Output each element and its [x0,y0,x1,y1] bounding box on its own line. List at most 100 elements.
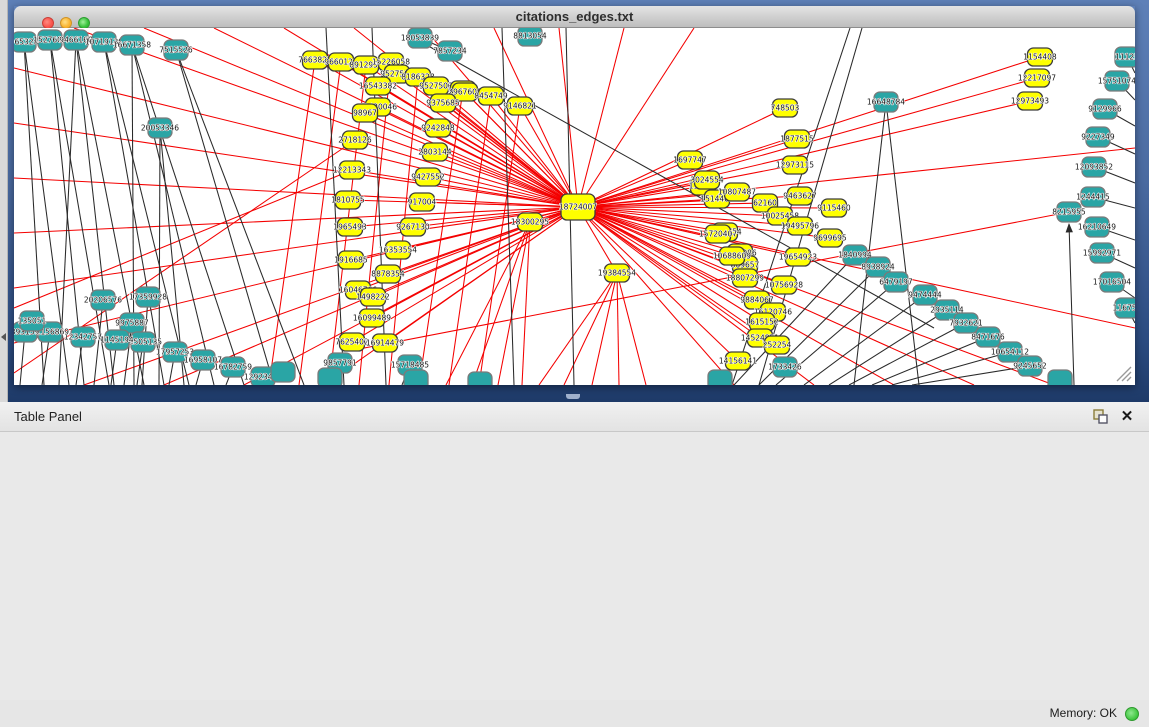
graph-edge[interactable] [829,310,947,385]
graph-node-label: 18300295 [511,218,549,227]
graph-edge[interactable] [886,102,919,385]
graph-node-label: 3024554 [690,176,724,185]
graph-edge[interactable] [176,50,304,385]
graph-node-label: 1244415 [1076,193,1110,202]
graph-node-label: 12093852 [1075,163,1113,172]
graph-node-label: 1965493 [333,223,367,232]
graph-node[interactable] [318,368,342,385]
graph-node-label: 16914479 [366,339,404,348]
float-window-icon[interactable] [1091,408,1111,426]
graph-node-label: 8471676 [971,333,1005,342]
graph-node-label: 9375685 [426,99,460,108]
graph-node-label: 1498222 [356,293,390,302]
network-window[interactable]: citations_edges.txt 10653267152760294661… [14,6,1135,385]
graph-node-label: 20053346 [141,124,179,133]
application-window: citations_edges.txt 10653267152760294661… [0,0,1149,727]
memory-status-label: Memory: OK [1050,700,1117,727]
graph-node-label: 1615152 [745,318,779,327]
graph-node-label: 1840994 [838,251,872,260]
graph-node-label: 252254 [763,341,792,350]
network-window-titlebar[interactable]: citations_edges.txt [14,6,1135,28]
graph-node-label: 16648784 [867,98,905,107]
graph-node-label: 10807487 [718,188,756,197]
graph-node-label: 12217097 [1018,74,1056,83]
graph-node-label: 9975887 [115,319,149,328]
graph-node-label: 748503 [771,104,800,113]
graph-node-label: 9245652 [1013,362,1047,371]
collapse-arrow-icon[interactable] [1,333,6,341]
graph-node-label: 917004 [408,198,437,207]
close-icon[interactable]: ✕ [1117,408,1137,426]
graph-node[interactable] [708,370,732,385]
graph-node[interactable] [468,372,492,385]
graph-edge[interactable] [578,57,1040,207]
graph-node[interactable] [1048,370,1072,385]
graph-node-label: 8813054 [513,32,547,41]
table-panel: Table Panel ✕ [0,402,1149,727]
graph-edge[interactable] [912,366,1030,385]
graph-edge[interactable] [578,28,624,207]
graph-node-label: 1697747 [673,156,707,165]
splitter-handle[interactable] [566,394,580,399]
graph-node-label: 16543382 [359,82,397,91]
graph-edge[interactable] [592,273,617,385]
graph-node-label: 7625402 [335,338,369,347]
graph-edge[interactable] [14,207,578,233]
graph-node-label: 9463627 [783,192,817,201]
graph-node-label: 16782759 [214,363,252,372]
graph-node-label: 15992971 [1083,249,1121,258]
graph-node-label: 12973493 [1011,97,1049,106]
graph-edge[interactable] [1069,224,1074,385]
graph-edge[interactable] [872,337,988,385]
graph-node-label: 8878354 [371,270,405,279]
graph-edge[interactable] [892,352,1010,385]
graph-edge[interactable] [472,222,530,385]
graph-node-label: 6479197 [879,278,913,287]
graph-node-label: 9699695 [813,234,847,243]
graph-node-label: 17359928 [129,293,167,302]
graph-node-label: 16099489 [353,314,391,323]
graph-edge[interactable] [617,273,646,385]
graph-edge[interactable] [522,222,530,385]
graph-node[interactable] [404,370,428,385]
graph-node[interactable] [271,362,295,382]
graph-node-label: 12213343 [333,166,371,175]
graph-edge[interactable] [578,207,780,216]
graph-node-label: 18807299 [726,274,764,283]
graph-node-label: 1154408 [1023,53,1057,62]
graph-edge[interactable] [365,113,578,207]
graph-node-label: 11125 [1115,53,1135,62]
graph-edge[interactable] [539,273,617,385]
graph-node-label: 16353554 [379,246,417,255]
left-gutter [0,0,8,402]
graph-node-label: 9227349 [1081,133,1115,142]
graph-node-label: 19654923 [779,253,817,262]
graph-edge[interactable] [269,60,315,385]
graph-node-label: 9146821 [503,102,537,111]
network-window-title: citations_edges.txt [14,6,1135,28]
graph-node-label: 19495796 [781,222,819,231]
graph-node-label: 7857234 [433,47,467,56]
network-desktop-background: citations_edges.txt 10653267152760294661… [0,0,1149,402]
graph-edge[interactable] [849,323,966,385]
graph-node-label: 1733426 [768,363,802,372]
graph-node-label: 12973115 [776,161,814,170]
graph-node-label: 98967 [353,109,377,118]
graph-edge[interactable] [578,28,694,207]
graph-edge[interactable] [414,38,934,328]
graph-edge[interactable] [578,148,1135,207]
resize-grip-icon[interactable] [1117,367,1131,381]
graph-node-label: 2718126 [338,136,372,145]
graph-node-label: 1145194 [100,336,134,345]
graph-node-label: 7515526 [159,46,193,55]
graph-nodes: 1065326715276029466160107191391667135875… [14,28,1135,385]
graph-edge[interactable] [617,273,619,385]
network-canvas[interactable]: 1065326715276029466160107191391667135875… [14,28,1135,385]
graph-edge[interactable] [854,102,886,385]
graph-edge[interactable] [498,222,530,385]
graph-node-label: 9242848 [421,124,455,133]
graph-edge[interactable] [578,207,834,208]
graph-node-label: 62160 [753,199,777,208]
graph-node-label: 1916685 [334,256,368,265]
graph-node-label: 1810755 [331,196,365,205]
